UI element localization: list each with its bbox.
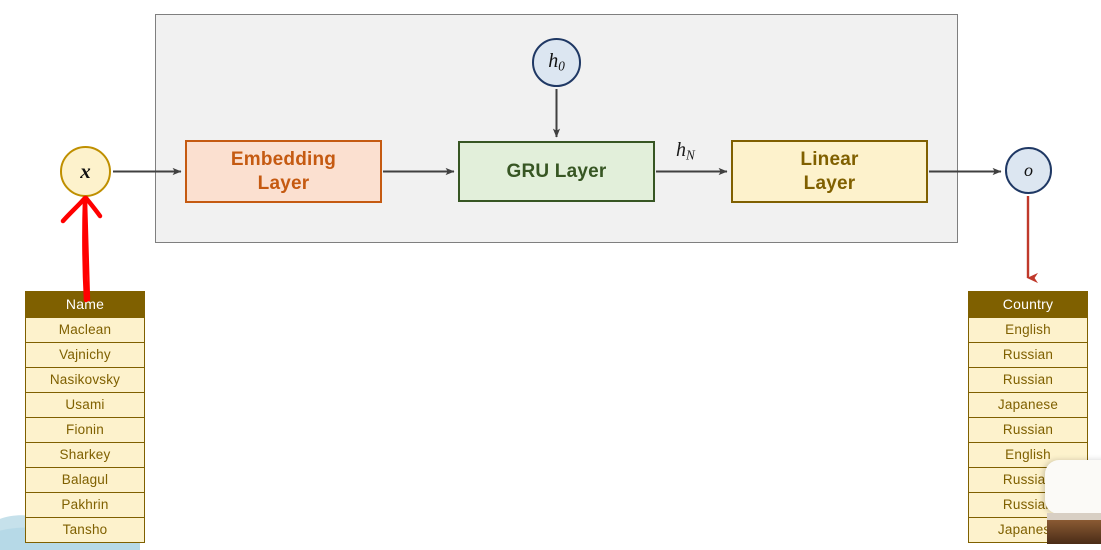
overlay-strip-light: [1047, 513, 1101, 520]
gru-layer-box: GRU Layer: [458, 141, 655, 202]
overlay-card: [1045, 460, 1101, 514]
names-cell: Maclean: [25, 317, 145, 343]
names-table-header-row: Name: [25, 291, 145, 318]
table-row: Russian: [968, 342, 1088, 368]
names-cell: Vajnichy: [25, 342, 145, 368]
hidden-state-final-label: hN: [676, 139, 695, 163]
overlay-strip-dark: [1047, 520, 1101, 544]
linear-layer-box: Linear Layer: [731, 140, 928, 203]
hidden-state-init-label: h0: [548, 50, 565, 74]
names-table-body: Name Maclean Vajnichy Nasikovsky Usami F…: [25, 291, 145, 543]
names-cell: Pakhrin: [25, 492, 145, 518]
table-row: Tansho: [25, 517, 145, 543]
table-row: Vajnichy: [25, 342, 145, 368]
table-row: Usami: [25, 392, 145, 418]
embedding-layer-label: Embedding Layer: [230, 149, 337, 194]
names-cell: Tansho: [25, 517, 145, 543]
countries-table-header-row: Country: [968, 291, 1088, 318]
input-node-label: x: [80, 159, 91, 183]
country-cell: Japanese: [968, 392, 1088, 418]
table-row: Fionin: [25, 417, 145, 443]
table-row: Japanese: [968, 392, 1088, 418]
names-cell: Fionin: [25, 417, 145, 443]
hidden-state-init-node: h0: [532, 38, 581, 87]
video-call-overlay: [1021, 454, 1101, 544]
gru-layer-label: GRU Layer: [506, 160, 607, 182]
output-node-label: o: [1024, 160, 1033, 180]
table-row: Russian: [968, 417, 1088, 443]
names-table: Name Maclean Vajnichy Nasikovsky Usami F…: [25, 291, 145, 543]
names-table-header-cell: Name: [25, 291, 145, 318]
names-cell: Nasikovsky: [25, 367, 145, 393]
names-cell: Balagul: [25, 467, 145, 493]
input-node-x: x: [60, 146, 111, 197]
names-cell: Usami: [25, 392, 145, 418]
output-node-o: o: [1005, 147, 1052, 194]
table-row: Russian: [968, 367, 1088, 393]
country-cell: Russian: [968, 417, 1088, 443]
table-row: English: [968, 317, 1088, 343]
embedding-layer-box: Embedding Layer: [185, 140, 382, 203]
table-row: Nasikovsky: [25, 367, 145, 393]
table-row: Balagul: [25, 467, 145, 493]
country-cell: Russian: [968, 342, 1088, 368]
table-row: Pakhrin: [25, 492, 145, 518]
countries-table-header-cell: Country: [968, 291, 1088, 318]
country-cell: Russian: [968, 367, 1088, 393]
country-cell: English: [968, 317, 1088, 343]
names-cell: Sharkey: [25, 442, 145, 468]
linear-layer-label: Linear Layer: [800, 149, 859, 194]
table-row: Sharkey: [25, 442, 145, 468]
table-row: Maclean: [25, 317, 145, 343]
